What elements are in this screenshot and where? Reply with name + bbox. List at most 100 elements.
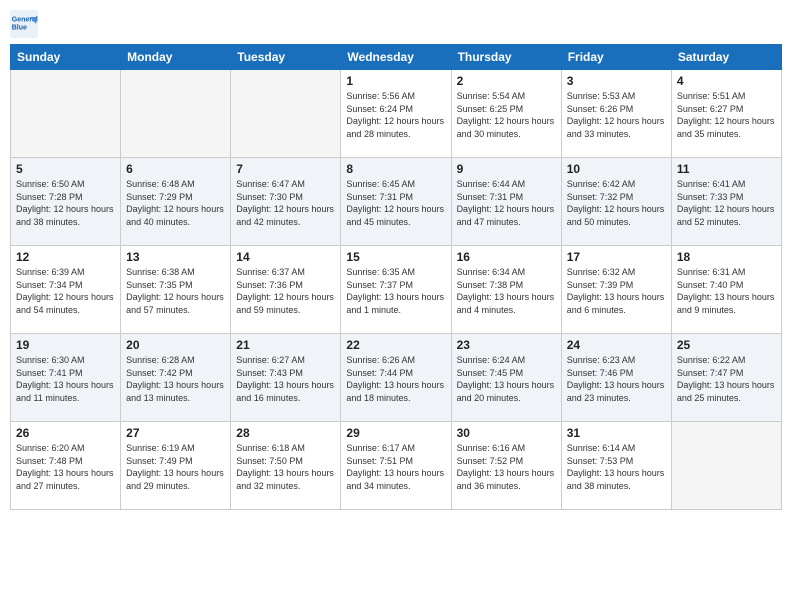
day-info: Sunrise: 5:51 AMSunset: 6:27 PMDaylight:… bbox=[677, 90, 776, 140]
day-number: 21 bbox=[236, 338, 335, 352]
day-number: 20 bbox=[126, 338, 225, 352]
svg-text:Blue: Blue bbox=[12, 24, 27, 31]
calendar-cell: 24Sunrise: 6:23 AMSunset: 7:46 PMDayligh… bbox=[561, 334, 671, 422]
calendar-cell: 10Sunrise: 6:42 AMSunset: 7:32 PMDayligh… bbox=[561, 158, 671, 246]
day-number: 17 bbox=[567, 250, 666, 264]
day-number: 14 bbox=[236, 250, 335, 264]
day-info: Sunrise: 6:50 AMSunset: 7:28 PMDaylight:… bbox=[16, 178, 115, 228]
day-info: Sunrise: 6:20 AMSunset: 7:48 PMDaylight:… bbox=[16, 442, 115, 492]
day-info: Sunrise: 5:56 AMSunset: 6:24 PMDaylight:… bbox=[346, 90, 445, 140]
calendar-cell: 7 Sunrise: 6:47 AMSunset: 7:30 PMDaylight… bbox=[231, 158, 341, 246]
day-number: 27 bbox=[126, 426, 225, 440]
day-info: Sunrise: 6:31 AMSunset: 7:40 PMDaylight:… bbox=[677, 266, 776, 316]
calendar-cell: 6 Sunrise: 6:48 AMSunset: 7:29 PMDaylight… bbox=[121, 158, 231, 246]
day-info: Sunrise: 6:44 AMSunset: 7:31 PMDaylight:… bbox=[457, 178, 556, 228]
day-info: Sunrise: 5:54 AMSunset: 6:25 PMDaylight:… bbox=[457, 90, 556, 140]
day-number: 1 bbox=[346, 74, 445, 88]
calendar-cell: 20Sunrise: 6:28 AMSunset: 7:42 PMDayligh… bbox=[121, 334, 231, 422]
day-number: 13 bbox=[126, 250, 225, 264]
calendar-cell: 2Sunrise: 5:54 AMSunset: 6:25 PMDaylight… bbox=[451, 70, 561, 158]
weekday-header-monday: Monday bbox=[121, 45, 231, 70]
calendar-cell: 8Sunrise: 6:45 AMSunset: 7:31 PMDaylight… bbox=[341, 158, 451, 246]
day-number: 18 bbox=[677, 250, 776, 264]
calendar-cell: 23Sunrise: 6:24 AMSunset: 7:45 PMDayligh… bbox=[451, 334, 561, 422]
day-info: Sunrise: 6:42 AMSunset: 7:32 PMDaylight:… bbox=[567, 178, 666, 228]
calendar-cell: 31 Sunrise: 6:14 AMSunset: 7:53 PMDayligh… bbox=[561, 422, 671, 510]
calendar-cell: 28Sunrise: 6:18 AMSunset: 7:50 PMDayligh… bbox=[231, 422, 341, 510]
day-info: Sunrise: 6:34 AMSunset: 7:38 PMDaylight:… bbox=[457, 266, 556, 316]
calendar-cell bbox=[671, 422, 781, 510]
weekday-header-sunday: Sunday bbox=[11, 45, 121, 70]
day-info: Sunrise: 6:14 AMSunset: 7:53 PMDaylight:… bbox=[567, 442, 666, 492]
calendar-cell: 27 Sunrise: 6:19 AMSunset: 7:49 PMDayligh… bbox=[121, 422, 231, 510]
calendar-cell: 29 Sunrise: 6:17 AMSunset: 7:51 PMDayligh… bbox=[341, 422, 451, 510]
calendar-cell: 13 Sunrise: 6:38 AMSunset: 7:35 PMDayligh… bbox=[121, 246, 231, 334]
calendar-cell: 19 Sunrise: 6:30 AMSunset: 7:41 PMDayligh… bbox=[11, 334, 121, 422]
day-number: 22 bbox=[346, 338, 445, 352]
logo-icon: General Blue bbox=[10, 10, 38, 38]
calendar-cell: 22 Sunrise: 6:26 AMSunset: 7:44 PMDayligh… bbox=[341, 334, 451, 422]
day-number: 9 bbox=[457, 162, 556, 176]
calendar-week-row: 12 Sunrise: 6:39 AMSunset: 7:34 PMDayligh… bbox=[11, 246, 782, 334]
calendar-cell: 26Sunrise: 6:20 AMSunset: 7:48 PMDayligh… bbox=[11, 422, 121, 510]
day-info: Sunrise: 5:53 AMSunset: 6:26 PMDaylight:… bbox=[567, 90, 666, 140]
day-number: 11 bbox=[677, 162, 776, 176]
logo: General Blue bbox=[10, 10, 42, 38]
calendar-table: SundayMondayTuesdayWednesdayThursdayFrid… bbox=[10, 44, 782, 510]
day-number: 19 bbox=[16, 338, 115, 352]
calendar-cell: 1 Sunrise: 5:56 AMSunset: 6:24 PMDaylight… bbox=[341, 70, 451, 158]
day-number: 15 bbox=[346, 250, 445, 264]
day-info: Sunrise: 6:41 AMSunset: 7:33 PMDaylight:… bbox=[677, 178, 776, 228]
calendar-cell: 25 Sunrise: 6:22 AMSunset: 7:47 PMDayligh… bbox=[671, 334, 781, 422]
day-number: 28 bbox=[236, 426, 335, 440]
day-number: 29 bbox=[346, 426, 445, 440]
day-info: Sunrise: 6:38 AMSunset: 7:35 PMDaylight:… bbox=[126, 266, 225, 316]
day-info: Sunrise: 6:27 AMSunset: 7:43 PMDaylight:… bbox=[236, 354, 335, 404]
weekday-header-thursday: Thursday bbox=[451, 45, 561, 70]
day-info: Sunrise: 6:47 AMSunset: 7:30 PMDaylight:… bbox=[236, 178, 335, 228]
calendar-cell bbox=[231, 70, 341, 158]
day-info: Sunrise: 6:23 AMSunset: 7:46 PMDaylight:… bbox=[567, 354, 666, 404]
weekday-header-wednesday: Wednesday bbox=[341, 45, 451, 70]
day-info: Sunrise: 6:22 AMSunset: 7:47 PMDaylight:… bbox=[677, 354, 776, 404]
day-info: Sunrise: 6:39 AMSunset: 7:34 PMDaylight:… bbox=[16, 266, 115, 316]
day-number: 30 bbox=[457, 426, 556, 440]
day-info: Sunrise: 6:32 AMSunset: 7:39 PMDaylight:… bbox=[567, 266, 666, 316]
calendar-cell: 17 Sunrise: 6:32 AMSunset: 7:39 PMDayligh… bbox=[561, 246, 671, 334]
calendar-cell: 4Sunrise: 5:51 AMSunset: 6:27 PMDaylight… bbox=[671, 70, 781, 158]
day-number: 31 bbox=[567, 426, 666, 440]
day-info: Sunrise: 6:24 AMSunset: 7:45 PMDaylight:… bbox=[457, 354, 556, 404]
calendar-cell: 14Sunrise: 6:37 AMSunset: 7:36 PMDayligh… bbox=[231, 246, 341, 334]
day-number: 12 bbox=[16, 250, 115, 264]
day-number: 25 bbox=[677, 338, 776, 352]
day-info: Sunrise: 6:19 AMSunset: 7:49 PMDaylight:… bbox=[126, 442, 225, 492]
calendar-week-row: 26Sunrise: 6:20 AMSunset: 7:48 PMDayligh… bbox=[11, 422, 782, 510]
weekday-header-saturday: Saturday bbox=[671, 45, 781, 70]
page-container: General Blue SundayMondayTuesdayWednesda… bbox=[0, 0, 792, 515]
weekday-header-row: SundayMondayTuesdayWednesdayThursdayFrid… bbox=[11, 45, 782, 70]
day-number: 7 bbox=[236, 162, 335, 176]
calendar-cell: 5 Sunrise: 6:50 AMSunset: 7:28 PMDaylight… bbox=[11, 158, 121, 246]
calendar-cell bbox=[121, 70, 231, 158]
calendar-week-row: 1 Sunrise: 5:56 AMSunset: 6:24 PMDaylight… bbox=[11, 70, 782, 158]
calendar-cell: 21 Sunrise: 6:27 AMSunset: 7:43 PMDayligh… bbox=[231, 334, 341, 422]
day-number: 5 bbox=[16, 162, 115, 176]
calendar-cell: 3Sunrise: 5:53 AMSunset: 6:26 PMDaylight… bbox=[561, 70, 671, 158]
day-info: Sunrise: 6:30 AMSunset: 7:41 PMDaylight:… bbox=[16, 354, 115, 404]
calendar-cell bbox=[11, 70, 121, 158]
calendar-cell: 12 Sunrise: 6:39 AMSunset: 7:34 PMDayligh… bbox=[11, 246, 121, 334]
day-number: 8 bbox=[346, 162, 445, 176]
calendar-cell: 18 Sunrise: 6:31 AMSunset: 7:40 PMDayligh… bbox=[671, 246, 781, 334]
calendar-week-row: 5 Sunrise: 6:50 AMSunset: 7:28 PMDaylight… bbox=[11, 158, 782, 246]
weekday-header-tuesday: Tuesday bbox=[231, 45, 341, 70]
calendar-cell: 16 Sunrise: 6:34 AMSunset: 7:38 PMDayligh… bbox=[451, 246, 561, 334]
day-info: Sunrise: 6:48 AMSunset: 7:29 PMDaylight:… bbox=[126, 178, 225, 228]
day-info: Sunrise: 6:17 AMSunset: 7:51 PMDaylight:… bbox=[346, 442, 445, 492]
day-number: 16 bbox=[457, 250, 556, 264]
weekday-header-friday: Friday bbox=[561, 45, 671, 70]
day-number: 6 bbox=[126, 162, 225, 176]
day-info: Sunrise: 6:35 AMSunset: 7:37 PMDaylight:… bbox=[346, 266, 445, 316]
day-info: Sunrise: 6:26 AMSunset: 7:44 PMDaylight:… bbox=[346, 354, 445, 404]
calendar-cell: 15 Sunrise: 6:35 AMSunset: 7:37 PMDayligh… bbox=[341, 246, 451, 334]
calendar-cell: 9 Sunrise: 6:44 AMSunset: 7:31 PMDaylight… bbox=[451, 158, 561, 246]
